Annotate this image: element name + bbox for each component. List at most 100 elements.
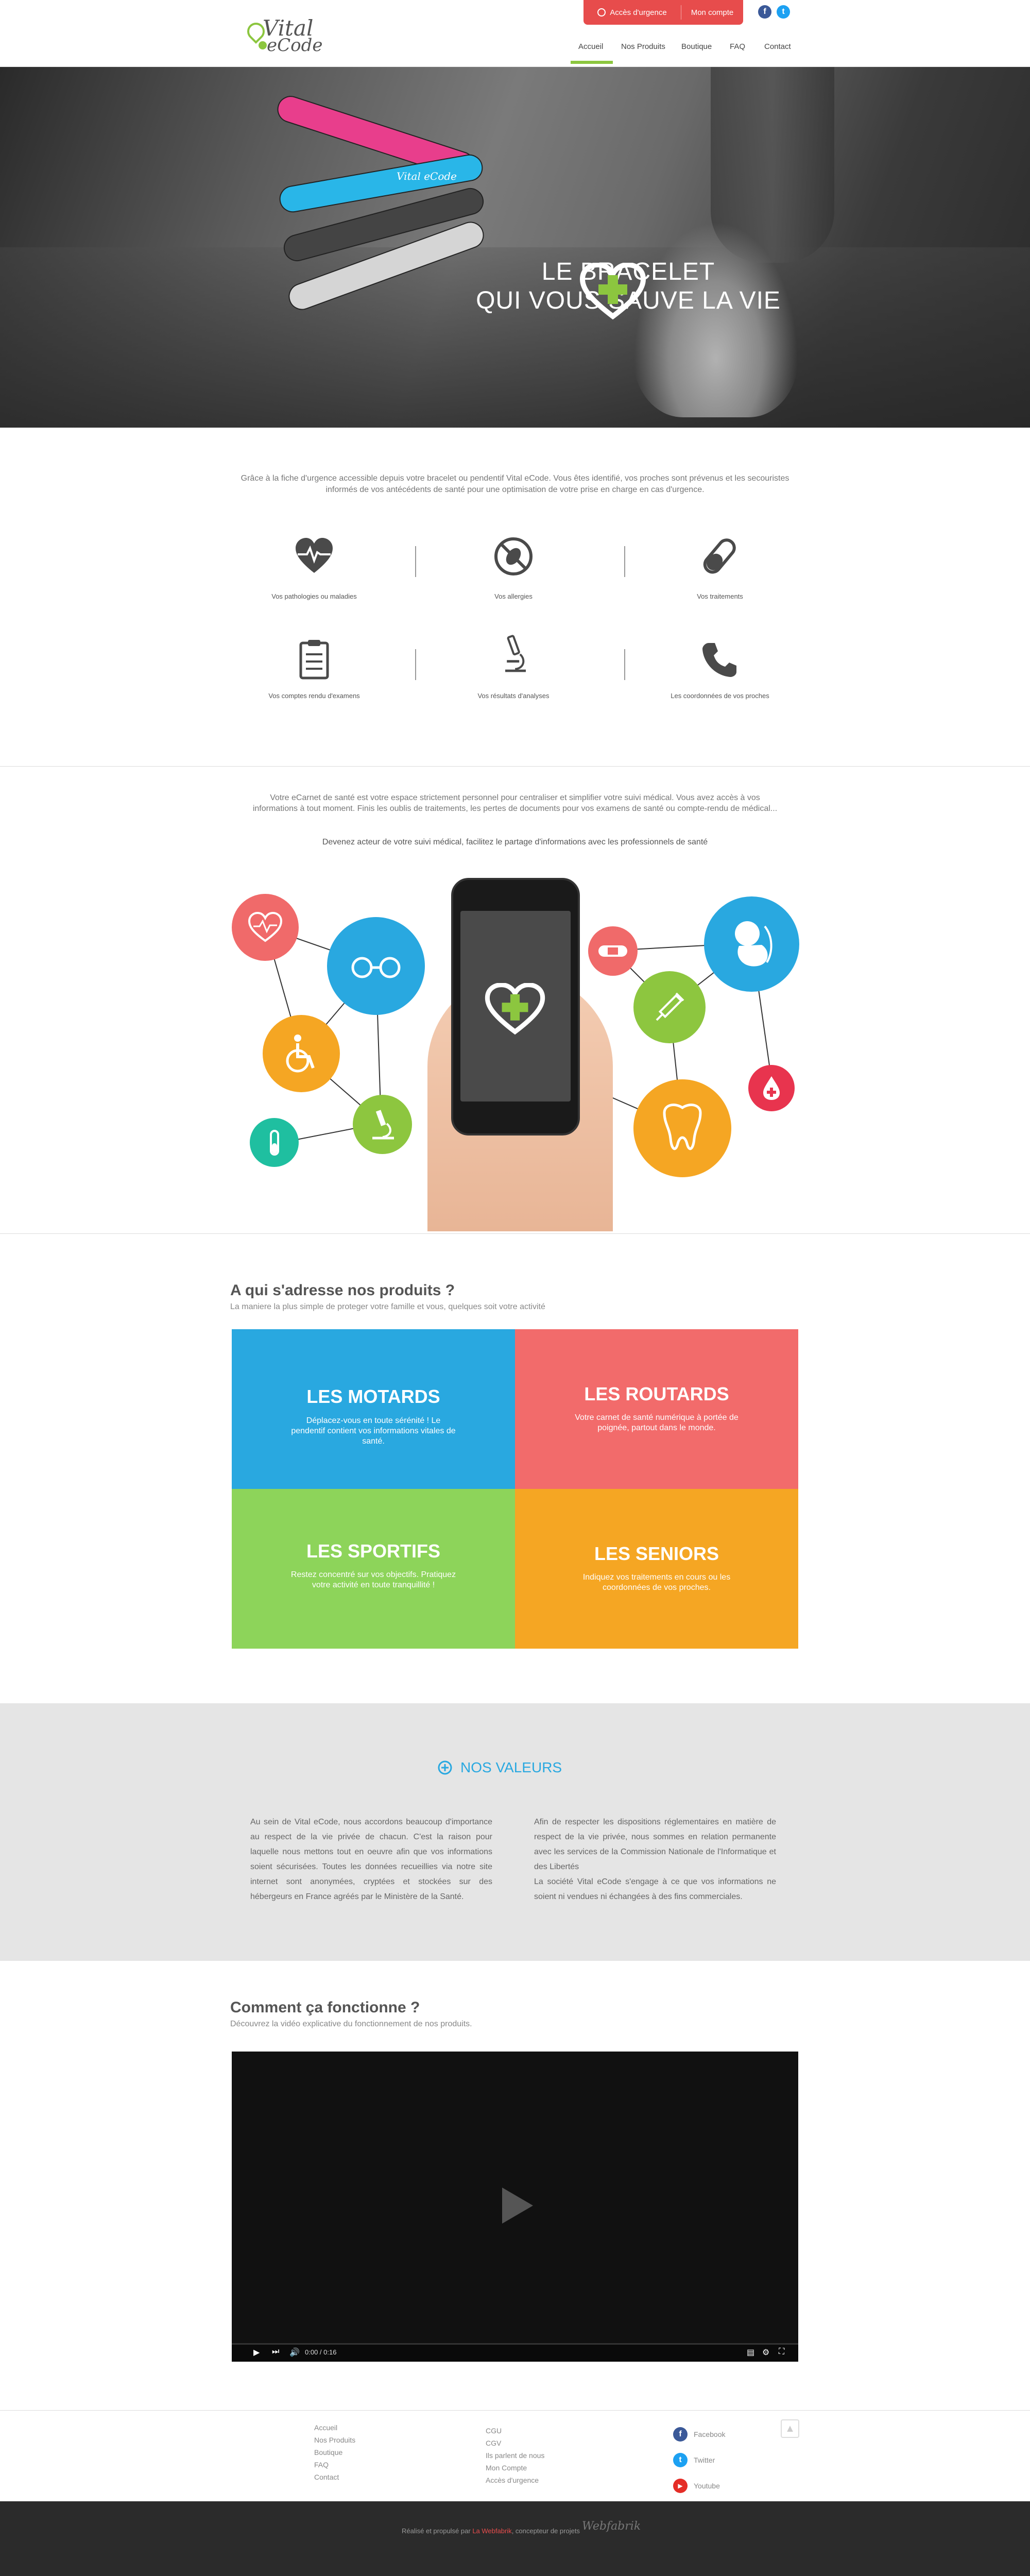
tile-routards[interactable]: LES ROUTARDS Votre carnet de santé numér… — [515, 1329, 798, 1489]
footer-link[interactable]: Accès d'urgence — [486, 2474, 544, 2486]
syringe-bubble — [633, 971, 706, 1043]
footer-link[interactable]: CGV — [486, 2437, 544, 2449]
settings-icon[interactable]: ⚙ — [762, 2347, 769, 2358]
credits-suffix: , concepteur de projets — [511, 2527, 580, 2535]
tooth-icon — [663, 1104, 702, 1150]
footer-youtube[interactable]: ▶ Youtube — [673, 2473, 725, 2499]
captions-icon[interactable]: ▤ — [747, 2347, 754, 2358]
footer-social-label: Youtube — [694, 2482, 720, 2490]
phone-icon — [702, 643, 736, 677]
feature-divider — [624, 649, 625, 680]
values-col1: Au sein de Vital eCode, nous accordons b… — [250, 1818, 492, 1901]
footer-link[interactable]: FAQ — [314, 2459, 355, 2471]
footer-facebook[interactable]: f Facebook — [673, 2421, 725, 2447]
values-col2-para2: La société Vital eCode s'engage à ce que… — [534, 1877, 776, 1901]
webfabrik-logo[interactable]: Webfabrik — [582, 2520, 644, 2546]
bandage-icon — [598, 945, 627, 957]
tile-seniors[interactable]: LES SENIORS Indiquez vos traitements en … — [515, 1489, 798, 1649]
feature-divider — [415, 649, 416, 680]
play-button-icon[interactable]: ▶ — [253, 2347, 260, 2358]
twitter-icon: t — [673, 2453, 688, 2467]
section-divider — [0, 766, 1030, 767]
glasses-icon — [351, 957, 401, 978]
scroll-top-icon[interactable]: ▲ — [781, 2419, 799, 2438]
section-divider — [0, 1233, 1030, 1234]
account-button[interactable]: Mon compte — [681, 8, 743, 17]
nav-item-boutique[interactable]: Boutique — [681, 42, 712, 51]
test-tube-icon — [269, 1129, 279, 1156]
twitter-icon[interactable]: t — [777, 5, 790, 19]
footer-link[interactable]: CGU — [486, 2425, 544, 2437]
audience-subtitle: La maniere la plus simple de proteger vo… — [230, 1302, 545, 1311]
ecarnet-strong-text: Devenez acteur de votre suivi médical, f… — [322, 838, 708, 846]
tile-desc: Votre carnet de santé numérique à portée… — [575, 1413, 739, 1432]
play-icon[interactable] — [502, 2188, 533, 2224]
tooth-bubble — [633, 1079, 731, 1177]
feature-label-examens: Vos comptes rendu d'examens — [268, 692, 360, 700]
footer-link[interactable]: Mon Compte — [486, 2462, 544, 2474]
microscope-icon — [372, 1109, 394, 1139]
video-time: 0:00 / 0:16 — [305, 2348, 337, 2356]
youtube-icon: ▶ — [673, 2479, 688, 2493]
values-col2-para1: Afin de respecter les dispositions régle… — [534, 1818, 776, 1871]
hero-shoe — [633, 222, 798, 417]
footer-link[interactable]: Accueil — [314, 2421, 355, 2434]
tile-title: LES SPORTIFS — [306, 1540, 441, 1562]
nav-item-contact[interactable]: Contact — [764, 42, 791, 51]
nav-item-produits[interactable]: Nos Produits — [621, 42, 665, 51]
hero-banner: Vital eCode LE BRACELET QUI VOUS SAUVE L… — [0, 67, 1030, 428]
next-icon[interactable]: ⏭ — [272, 2347, 279, 2357]
clipboard-icon — [299, 640, 329, 680]
urgence-button[interactable]: Accès d'urgence — [583, 5, 681, 20]
tile-desc: Indiquez vos traitements en cours ou les… — [582, 1573, 731, 1592]
video-title: Comment ça fonctionne ? — [230, 1999, 420, 2016]
microscope-bubble — [353, 1095, 412, 1154]
nav-item-faq[interactable]: FAQ — [730, 42, 745, 51]
tile-title: LES ROUTARDS — [584, 1383, 729, 1404]
ecarnet-text: Votre eCarnet de santé est votre espace … — [252, 793, 778, 813]
baby-bubble — [704, 896, 799, 992]
feature-label-pathologies: Vos pathologies ou maladies — [271, 592, 357, 600]
logo[interactable]: Vital eCode — [243, 14, 323, 56]
bandage-bubble — [588, 926, 638, 976]
tile-title: LES SENIORS — [594, 1543, 719, 1564]
tile-desc: Déplacez-vous en toute sérénité ! Le pen… — [291, 1416, 456, 1446]
values-title: NOS VALEURS — [460, 1759, 562, 1775]
footer-link[interactable]: Contact — [314, 2471, 355, 2483]
heart-monitor-bubble — [232, 894, 299, 961]
blood-drop-bubble — [748, 1065, 795, 1111]
tile-motards[interactable]: LES MOTARDS Déplacez-vous en toute sérén… — [232, 1329, 515, 1489]
bracelet-text: Vital eCode — [397, 170, 457, 182]
footer-col1: Accueil Nos Produits Boutique FAQ Contac… — [314, 2421, 355, 2483]
facebook-icon: f — [673, 2427, 688, 2442]
values-section — [0, 1703, 1030, 1961]
nav-item-accueil[interactable]: Accueil — [578, 42, 603, 51]
tile-title: LES MOTARDS — [306, 1386, 440, 1407]
video-progress[interactable] — [232, 2343, 798, 2345]
footer-social-label: Facebook — [694, 2430, 726, 2438]
volume-icon[interactable]: 🔊 — [289, 2347, 300, 2358]
heart-cross-logo-icon — [485, 983, 545, 1035]
footer-col2: CGU CGV Ils parlent de nous Mon Compte A… — [486, 2425, 544, 2486]
credits-link[interactable]: La Webfabrik — [472, 2527, 511, 2535]
footer-social-label: Twitter — [694, 2456, 715, 2464]
values-col2: Afin de respecter les dispositions régle… — [534, 1815, 776, 1904]
logo-text-line2: eCode — [267, 35, 323, 56]
tile-sportifs[interactable]: LES SPORTIFS Restez concentré sur vos ob… — [232, 1489, 515, 1649]
footer-link[interactable]: Boutique — [314, 2446, 355, 2459]
health-network-illustration — [221, 871, 814, 1231]
footer-link[interactable]: Nos Produits — [314, 2434, 355, 2446]
heart-icon — [597, 8, 606, 16]
microscope-icon — [505, 635, 526, 672]
heart-pulse-icon — [296, 538, 333, 573]
feature-label-allergies: Vos allergies — [494, 592, 533, 600]
footer-link[interactable]: Ils parlent de nous — [486, 2449, 544, 2462]
facebook-icon[interactable]: f — [758, 5, 771, 19]
fullscreen-icon[interactable]: ⛶ — [779, 2347, 784, 2357]
feature-label-proches: Les coordonnées de vos proches — [671, 692, 769, 700]
credits-prefix: Réalisé et propulsé par — [402, 2527, 471, 2535]
feature-divider — [624, 546, 625, 577]
footer-twitter[interactable]: t Twitter — [673, 2447, 725, 2473]
site-header: Vital eCode Accès d'urgence Mon compte f… — [0, 0, 1030, 67]
features-grid: Vos pathologies ou maladies Vos allergie… — [0, 531, 1030, 716]
